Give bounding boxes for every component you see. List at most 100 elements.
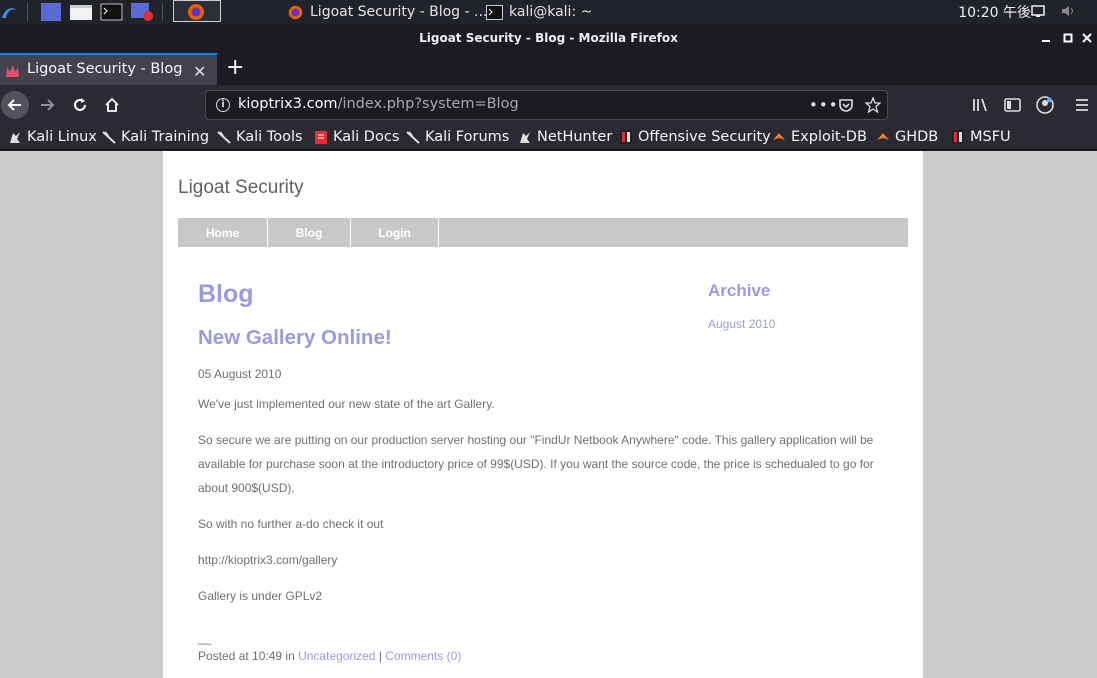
bookmarks-toolbar: Kali Linux Kali Training Kali Tools Kali… — [0, 125, 1097, 150]
url-host: kioptrix3.com — [238, 96, 338, 112]
sidebar-icon[interactable] — [1004, 97, 1021, 113]
post-paragraph: We've just implemented our new state of … — [198, 397, 495, 411]
back-button[interactable] — [1, 91, 29, 119]
bookmark-label: MSFU — [970, 129, 1011, 145]
bookmark-kali-training[interactable]: Kali Training — [102, 127, 209, 147]
menu-item-blog[interactable]: Blog — [268, 218, 351, 247]
kali-dragon-icon — [406, 131, 420, 144]
bookmark-label: NetHunter — [537, 129, 613, 145]
pocket-icon[interactable] — [838, 97, 854, 113]
bookmark-label: Offensive Security — [638, 129, 771, 145]
post-paragraph: So secure we are putting on our producti… — [198, 433, 874, 495]
kali-docs-icon — [315, 131, 327, 144]
navigation-toolbar: i kioptrix3.com/index.php?system=Blog ••… — [0, 85, 1097, 125]
forward-button[interactable] — [33, 91, 61, 119]
firefox-icon — [188, 4, 204, 20]
terminal-icon — [486, 4, 503, 20]
bookmark-kali-tools[interactable]: Kali Tools — [217, 127, 303, 147]
taskbar-separator — [162, 3, 163, 21]
url-path: /index.php?system=Blog — [337, 96, 519, 112]
bookmark-kali-linux[interactable]: Kali Linux — [8, 127, 97, 147]
bookmark-label: Exploit-DB — [791, 129, 867, 145]
url-bar[interactable]: i kioptrix3.com/index.php?system=Blog ••… — [205, 90, 888, 120]
home-button[interactable] — [98, 91, 126, 119]
post-meta-prefix: Posted at 10:49 in — [198, 649, 295, 663]
page-actions-icon[interactable]: ••• — [809, 96, 839, 114]
post-paragraph: So with no further a-do check it out — [198, 517, 384, 531]
forward-arrow-icon — [41, 99, 55, 111]
bookmark-label: Kali Docs — [333, 129, 400, 145]
bookmark-label: GHDB — [895, 129, 939, 145]
post-title[interactable]: New Gallery Online! — [198, 326, 392, 350]
bookmark-label: Kali Training — [121, 129, 210, 145]
desktop-taskbar: Ligoat Security - Blog - ... kali@kali: … — [0, 0, 1097, 24]
terminal-icon[interactable] — [100, 2, 123, 22]
workspace-icon[interactable] — [40, 2, 62, 22]
menu-item-login[interactable]: Login — [351, 218, 439, 247]
reload-button[interactable] — [66, 91, 94, 119]
volume-icon[interactable] — [1061, 4, 1075, 18]
bookmark-nethunter[interactable]: NetHunter — [518, 127, 612, 147]
taskbar-window-label: kali@kali: ~ — [509, 4, 593, 20]
taskbar-separator — [27, 3, 28, 21]
offsec-icon — [952, 130, 964, 144]
library-icon[interactable] — [972, 97, 989, 113]
post-paragraph: Gallery is under GPLv2 — [198, 589, 323, 603]
firefox-icon — [288, 5, 303, 19]
reload-icon — [74, 98, 86, 111]
post-meta: Posted at 10:49 in Uncategorized | Comme… — [198, 644, 461, 668]
account-icon[interactable] — [1036, 96, 1054, 114]
category-link[interactable]: Uncategorized — [298, 649, 375, 663]
taskbar-window-firefox[interactable]: Ligoat Security - Blog - ... — [287, 2, 487, 22]
url-text[interactable]: kioptrix3.com/index.php?system=Blog — [238, 96, 519, 112]
bookmark-label: Kali Forums — [425, 129, 510, 145]
hamburger-menu-icon[interactable] — [1074, 97, 1090, 113]
bookmark-kali-docs[interactable]: Kali Docs — [314, 127, 399, 147]
site-title[interactable]: Ligoat Security — [178, 177, 304, 199]
page-heading: Blog — [198, 280, 254, 308]
new-tab-icon[interactable]: + — [226, 55, 244, 80]
bookmark-label: Kali Tools — [236, 129, 303, 145]
kali-dragon-icon — [102, 131, 116, 144]
site-favicon-icon — [6, 65, 19, 77]
maximize-icon[interactable] — [1061, 31, 1075, 45]
window-title: Ligoat Security - Blog - Mozilla Firefox — [419, 31, 678, 45]
firefox-launcher[interactable] — [173, 0, 221, 22]
minimize-icon[interactable] — [1039, 31, 1053, 45]
exploitdb-icon — [877, 133, 889, 140]
file-manager-icon[interactable] — [69, 2, 93, 22]
page-viewport: Ligoat Security Home Blog Login Blog New… — [0, 151, 1097, 678]
comments-link[interactable]: Comments (0) — [385, 649, 461, 663]
post-date: 05 August 2010 — [198, 367, 282, 381]
page-container: Ligoat Security Home Blog Login Blog New… — [163, 151, 923, 678]
meta-separator: | — [378, 649, 382, 663]
bookmark-kali-forums[interactable]: Kali Forums — [406, 127, 509, 147]
post-paragraph: http://kioptrix3.com/gallery — [198, 553, 338, 567]
exploitdb-icon — [773, 133, 785, 140]
home-icon — [105, 97, 119, 112]
bookmark-msfu[interactable]: MSFU — [951, 127, 1011, 147]
clock[interactable]: 10:20 午後 — [958, 2, 1031, 22]
kali-menu-icon[interactable] — [0, 2, 18, 22]
kali-dragon-icon — [217, 131, 231, 144]
back-arrow-icon — [7, 99, 21, 111]
close-window-icon[interactable] — [1080, 31, 1094, 45]
close-tab-icon[interactable]: ✕ — [193, 62, 206, 81]
bookmark-ghdb[interactable]: GHDB — [876, 127, 938, 147]
screen-recorder-icon[interactable] — [130, 2, 154, 22]
bookmark-exploit-db[interactable]: Exploit-DB — [772, 127, 867, 147]
bookmark-star-icon[interactable] — [865, 97, 881, 113]
site-menu: Home Blog Login — [178, 218, 908, 247]
tab-title: Ligoat Security - Blog — [27, 61, 183, 77]
offsec-icon — [620, 130, 632, 144]
tab-active[interactable]: Ligoat Security - Blog ✕ — [0, 53, 217, 85]
archive-link[interactable]: August 2010 — [708, 317, 775, 331]
menu-item-home[interactable]: Home — [178, 218, 268, 247]
taskbar-window-terminal[interactable]: kali@kali: ~ — [486, 2, 592, 22]
display-icon[interactable] — [1031, 4, 1045, 18]
bookmark-offensive-security[interactable]: Offensive Security — [619, 127, 771, 147]
site-info-icon[interactable]: i — [216, 98, 230, 112]
tab-strip: Ligoat Security - Blog ✕ + — [0, 53, 1097, 85]
kali-dragon-icon — [520, 132, 530, 143]
archive-heading: Archive — [708, 281, 771, 300]
